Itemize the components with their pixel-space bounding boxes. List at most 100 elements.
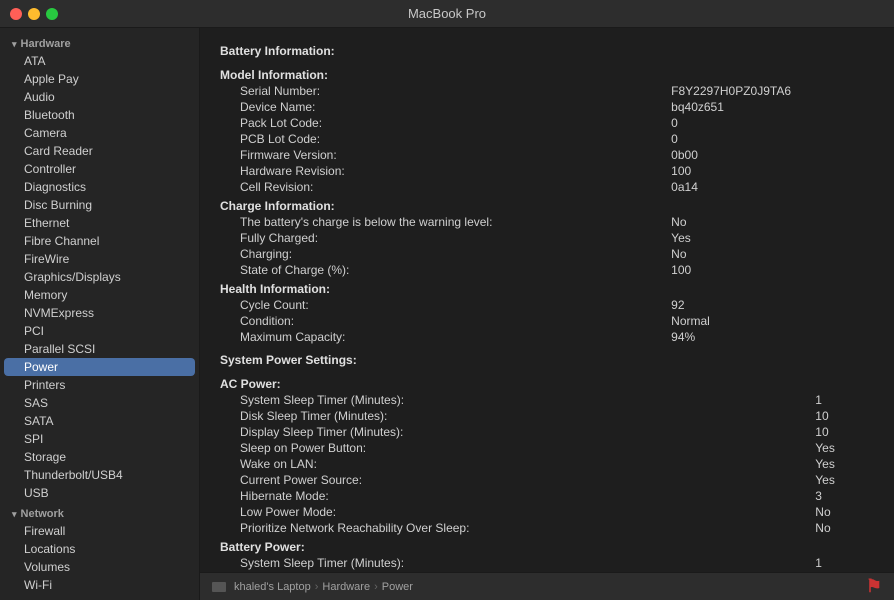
warning-label: The battery's charge is below the warnin… <box>220 214 667 230</box>
table-row: Firmware Version: 0b00 <box>220 147 874 163</box>
hwrev-value: 100 <box>667 163 874 179</box>
ac-wakeonlan-label: Wake on LAN: <box>220 456 811 472</box>
table-row: Condition: Normal <box>220 313 874 329</box>
bat-systemsleep-value: 1 <box>811 555 874 571</box>
breadcrumb-laptop: khaled's Laptop <box>234 581 311 593</box>
sidebar-item-cardreader[interactable]: Card Reader <box>0 142 199 160</box>
ac-lowpower-label: Low Power Mode: <box>220 504 811 520</box>
sidebar-item-fibrechannel[interactable]: Fibre Channel <box>0 232 199 250</box>
packlot-value: 0 <box>667 115 874 131</box>
firmware-value: 0b00 <box>667 147 874 163</box>
warning-value: No <box>667 214 874 230</box>
stateofcharge-value: 100 <box>667 262 874 278</box>
cellrev-label: Cell Revision: <box>220 179 667 195</box>
table-row: AC Power: <box>220 373 874 392</box>
sidebar-item-power[interactable]: Power <box>4 358 195 376</box>
sidebar-item-spi[interactable]: SPI <box>0 430 199 448</box>
breadcrumb-power: Power <box>382 581 413 593</box>
sidebar-item-firewall[interactable]: Firewall <box>0 522 199 540</box>
close-button[interactable] <box>10 8 22 20</box>
sidebar-item-discburning[interactable]: Disc Burning <box>0 196 199 214</box>
hwrev-label: Hardware Revision: <box>220 163 667 179</box>
sidebar-group-software[interactable]: ▾ Software <box>0 594 199 600</box>
sidebar-item-controller[interactable]: Controller <box>0 160 199 178</box>
sidebar-item-firewire[interactable]: FireWire <box>0 250 199 268</box>
sidebar-item-locations[interactable]: Locations <box>0 540 199 558</box>
fullycharged-label: Fully Charged: <box>220 230 667 246</box>
sidebar-item-memory[interactable]: Memory <box>0 286 199 304</box>
ac-systemsleep-value: 1 <box>811 392 874 408</box>
cyclecount-label: Cycle Count: <box>220 297 667 313</box>
sidebar-item-bluetooth[interactable]: Bluetooth <box>0 106 199 124</box>
table-row: Model Information: <box>220 64 874 83</box>
maxcapacity-value: 94% <box>667 329 874 345</box>
sidebar-item-printers[interactable]: Printers <box>0 376 199 394</box>
sidebar-item-camera[interactable]: Camera <box>0 124 199 142</box>
ac-displaysleep-value: 10 <box>811 424 874 440</box>
charging-label: Charging: <box>220 246 667 262</box>
table-row: Fully Charged: Yes <box>220 230 874 246</box>
table-row: Charge Information: <box>220 195 874 214</box>
packlot-label: Pack Lot Code: <box>220 115 667 131</box>
table-row: Low Power Mode: No <box>220 504 874 520</box>
sidebar-item-usb[interactable]: USB <box>0 484 199 502</box>
pcblot-value: 0 <box>667 131 874 147</box>
serial-value: F8Y2297H0PZ0J9TA6 <box>667 83 874 99</box>
table-row: Cell Revision: 0a14 <box>220 179 874 195</box>
ac-sleeppower-label: Sleep on Power Button: <box>220 440 811 456</box>
table-row: PCB Lot Code: 0 <box>220 131 874 147</box>
sidebar-item-pci[interactable]: PCI <box>0 322 199 340</box>
maximize-button[interactable] <box>46 8 58 20</box>
battery-model-table: Model Information: Serial Number: F8Y229… <box>220 64 874 345</box>
sidebar-item-sas[interactable]: SAS <box>0 394 199 412</box>
maxcapacity-label: Maximum Capacity: <box>220 329 667 345</box>
sidebar-item-nvmexpress[interactable]: NVMExpress <box>0 304 199 322</box>
ac-wakeonlan-value: Yes <box>811 456 874 472</box>
main-layout: ▾ Hardware ATA Apple Pay Audio Bluetooth… <box>0 28 894 600</box>
sidebar-item-wifi[interactable]: Wi-Fi <box>0 576 199 594</box>
table-row: Current Power Source: Yes <box>220 472 874 488</box>
sidebar-item-graphicsdisplays[interactable]: Graphics/Displays <box>0 268 199 286</box>
table-row: Sleep on Power Button: Yes <box>220 440 874 456</box>
breadcrumb-bar: khaled's Laptop › Hardware › Power ⚑ <box>200 572 894 600</box>
table-row: Hardware Revision: 100 <box>220 163 874 179</box>
sidebar-group-hardware[interactable]: ▾ Hardware <box>0 32 199 52</box>
condition-value: Normal <box>667 313 874 329</box>
breadcrumb-hardware: Hardware <box>322 581 370 593</box>
ac-currentpower-value: Yes <box>811 472 874 488</box>
cellrev-value: 0a14 <box>667 179 874 195</box>
acpower-label: AC Power: <box>220 373 874 392</box>
minimize-button[interactable] <box>28 8 40 20</box>
window-title: MacBook Pro <box>408 6 486 21</box>
sidebar-group-network[interactable]: ▾ Network <box>0 502 199 522</box>
window-controls <box>10 8 58 20</box>
sidebar-item-storage[interactable]: Storage <box>0 448 199 466</box>
table-row: Cycle Count: 92 <box>220 297 874 313</box>
sidebar: ▾ Hardware ATA Apple Pay Audio Bluetooth… <box>0 28 200 600</box>
table-row: System Sleep Timer (Minutes): 1 <box>220 555 874 571</box>
sidebar-item-thunderbolt[interactable]: Thunderbolt/USB4 <box>0 466 199 484</box>
sidebar-item-audio[interactable]: Audio <box>0 88 199 106</box>
batterypower-label: Battery Power: <box>220 536 874 555</box>
sidebar-item-sata[interactable]: SATA <box>0 412 199 430</box>
table-row: The battery's charge is below the warnin… <box>220 214 874 230</box>
table-row: Prioritize Network Reachability Over Sle… <box>220 520 874 536</box>
title-bar: MacBook Pro <box>0 0 894 28</box>
ac-currentpower-label: Current Power Source: <box>220 472 811 488</box>
table-row: Charging: No <box>220 246 874 262</box>
cyclecount-value: 92 <box>667 297 874 313</box>
condition-label: Condition: <box>220 313 667 329</box>
sidebar-item-diagnostics[interactable]: Diagnostics <box>0 178 199 196</box>
fullycharged-value: Yes <box>667 230 874 246</box>
sidebar-item-ata[interactable]: ATA <box>0 52 199 70</box>
sidebar-item-applepay[interactable]: Apple Pay <box>0 70 199 88</box>
sidebar-item-parallelscsi[interactable]: Parallel SCSI <box>0 340 199 358</box>
table-row: System Sleep Timer (Minutes): 1 <box>220 392 874 408</box>
breadcrumb-sep-2: › <box>374 581 378 593</box>
content-area: Battery Information: Model Information: … <box>200 28 894 600</box>
sidebar-item-ethernet[interactable]: Ethernet <box>0 214 199 232</box>
sidebar-item-volumes[interactable]: Volumes <box>0 558 199 576</box>
health-info-label: Health Information: <box>220 278 874 297</box>
power-settings-table: AC Power: System Sleep Timer (Minutes): … <box>220 373 874 572</box>
ac-systemsleep-label: System Sleep Timer (Minutes): <box>220 392 811 408</box>
